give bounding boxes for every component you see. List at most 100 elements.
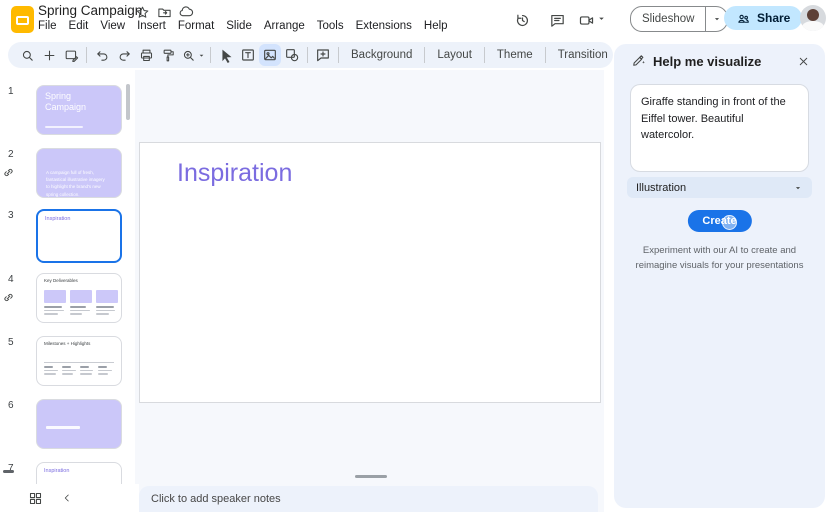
thumb-text-bar — [46, 426, 80, 429]
thumb-image-box — [70, 290, 92, 303]
thumb-timeline-line — [44, 362, 114, 363]
slideshow-button[interactable]: Slideshow — [631, 13, 705, 25]
zoom-icon[interactable] — [179, 44, 197, 66]
filmstrip-bottom-bar — [0, 484, 139, 512]
version-history-icon[interactable] — [511, 9, 533, 31]
menu-item-slide[interactable]: Slide — [220, 20, 258, 32]
insert-shape-icon[interactable] — [281, 44, 303, 66]
search-menus-icon[interactable] — [16, 44, 38, 66]
panel-hint: Experiment with our AI to create and rei… — [632, 244, 807, 273]
zoom-dropdown-icon[interactable] — [197, 51, 206, 60]
thumb-image-box — [44, 290, 66, 303]
prompt-textarea[interactable]: Giraffe standing in front of the Eiffel … — [630, 84, 809, 172]
insert-image-icon[interactable] — [259, 44, 281, 66]
background-button[interactable]: Background — [343, 49, 420, 61]
slide-number: 5 — [8, 337, 24, 348]
slide-number: 1 — [8, 86, 24, 97]
filmstrip-scroll-indicator — [3, 470, 14, 473]
menu-item-insert[interactable]: Insert — [131, 20, 172, 32]
thumb-title: Inspiration — [45, 216, 70, 222]
transition-button[interactable]: Transition — [550, 49, 616, 61]
header-bar: Spring Campaign File Edit View Insert Fo… — [0, 0, 829, 40]
filmstrip: 1 Spring Campaign 2 A campaign full of f… — [0, 70, 135, 512]
toolbar-separator — [545, 47, 546, 63]
google-slides-app: Spring Campaign File Edit View Insert Fo… — [0, 0, 829, 512]
thumb-title: Milestones + Highlights — [44, 341, 90, 346]
menu-item-extensions[interactable]: Extensions — [350, 20, 418, 32]
slide-thumbnail-6[interactable] — [36, 399, 122, 449]
style-dropdown[interactable]: Illustration — [627, 177, 812, 198]
thumb-title: Inspiration — [44, 468, 69, 474]
menu-item-format[interactable]: Format — [172, 20, 220, 32]
text-box-icon[interactable] — [237, 44, 259, 66]
doc-title[interactable]: Spring Campaign — [38, 3, 142, 18]
meet-camera-icon[interactable] — [575, 9, 597, 31]
slide-number: 3 — [8, 210, 24, 221]
layout-button[interactable]: Layout — [429, 49, 480, 61]
thumb-text-bar — [45, 126, 83, 128]
insert-comment-icon[interactable] — [312, 44, 334, 66]
thumb-body: A campaign full of fresh, fantastical il… — [46, 169, 108, 198]
theme-button[interactable]: Theme — [489, 49, 541, 61]
filmstrip-scrollbar[interactable] — [126, 84, 130, 120]
meet-dropdown-icon[interactable] — [596, 13, 607, 24]
toolbar-separator — [424, 47, 425, 63]
collapse-filmstrip-icon[interactable] — [56, 487, 78, 509]
menu-item-view[interactable]: View — [94, 20, 131, 32]
thumb-image-box — [96, 290, 118, 303]
toolbar-separator — [484, 47, 485, 63]
thumb-caption-row — [44, 306, 118, 317]
redo-icon[interactable] — [113, 44, 135, 66]
avatar-head — [807, 9, 819, 21]
slide-thumbnail-2[interactable]: A campaign full of fresh, fantastical il… — [36, 148, 122, 198]
toolbar-separator — [307, 47, 308, 63]
comment-history-icon[interactable] — [546, 9, 568, 31]
toolbar-separator — [86, 47, 87, 63]
avatar-body — [802, 21, 824, 31]
menu-item-edit[interactable]: Edit — [63, 20, 95, 32]
thumb-title: Key Deliverables — [44, 278, 78, 283]
paint-format-icon[interactable] — [157, 44, 179, 66]
people-icon — [736, 11, 751, 26]
close-icon[interactable] — [792, 50, 814, 72]
speaker-notes-placeholder: Click to add speaker notes — [151, 493, 281, 505]
toolbar-separator — [338, 47, 339, 63]
link-icon — [2, 291, 15, 304]
new-slide-icon[interactable] — [38, 44, 60, 66]
slides-logo[interactable] — [11, 6, 34, 33]
slide-title-text[interactable]: Inspiration — [177, 159, 292, 188]
menu-item-help[interactable]: Help — [418, 20, 454, 32]
speaker-notes-bar[interactable]: Click to add speaker notes — [139, 486, 598, 512]
avatar[interactable] — [800, 5, 826, 31]
menu-item-tools[interactable]: Tools — [311, 20, 350, 32]
chevron-down-icon — [793, 183, 803, 193]
slide-thumbnail-5[interactable]: Milestones + Highlights — [36, 336, 122, 386]
thumb-timeline-row — [44, 366, 113, 377]
slideshow-split-button: Slideshow — [630, 6, 728, 32]
menu-bar: File Edit View Insert Format Slide Arran… — [32, 18, 454, 34]
print-icon[interactable] — [135, 44, 157, 66]
slide-thumbnail-1[interactable]: Spring Campaign — [36, 85, 122, 135]
slide-canvas[interactable]: Inspiration — [139, 142, 601, 403]
canvas-hscrollbar[interactable] — [355, 475, 387, 478]
create-button[interactable]: Create — [687, 210, 751, 232]
share-button[interactable]: Share — [724, 6, 802, 30]
menu-item-arrange[interactable]: Arrange — [258, 20, 311, 32]
link-icon — [2, 166, 15, 179]
menu-item-file[interactable]: File — [32, 20, 63, 32]
toolbar: Background Layout Theme Transition — [8, 42, 613, 68]
slide-number: 2 — [8, 149, 24, 160]
thumb-image-row — [44, 290, 118, 303]
slide-thumbnail-4[interactable]: Key Deliverables — [36, 273, 122, 323]
thumb-title: Spring Campaign — [45, 91, 109, 113]
slide-number: 6 — [8, 400, 24, 411]
slide-thumbnail-3[interactable]: Inspiration — [36, 209, 122, 263]
share-label: Share — [757, 11, 790, 25]
slides-logo-inner — [16, 16, 29, 25]
magic-pencil-icon — [631, 53, 646, 68]
slide-edit-icon[interactable] — [60, 44, 82, 66]
toolbar-separator — [210, 47, 211, 63]
select-tool-icon[interactable] — [215, 44, 237, 66]
grid-view-icon[interactable] — [24, 487, 46, 509]
undo-icon[interactable] — [91, 44, 113, 66]
